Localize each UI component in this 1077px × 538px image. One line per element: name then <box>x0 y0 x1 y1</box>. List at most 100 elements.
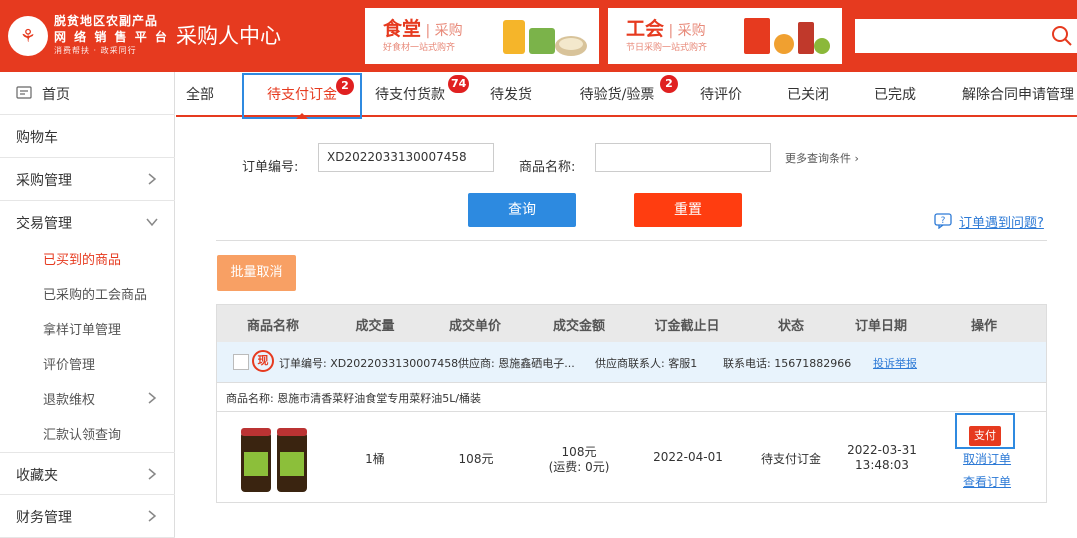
report-link[interactable]: 投诉举报 <box>873 355 917 371</box>
tab-pending-shipment[interactable]: 待发货 <box>488 73 534 117</box>
sidebar-sub-label: 汇款认领查询 <box>43 428 122 443</box>
tab-completed[interactable]: 已完成 <box>872 73 918 117</box>
banner-title: 食堂 <box>383 18 422 40</box>
table-header: 商品名称 成交量 成交单价 成交金额 订金截止日 状态 订单日期 操作 <box>217 305 1046 342</box>
logo-line1: 脱贫地区农副产品 <box>54 14 159 28</box>
order-status: 待支付订金 <box>760 452 821 466</box>
search-button-icon[interactable] <box>1051 25 1073 47</box>
col-header: 操作 <box>971 319 998 334</box>
banner-desc: 好食材一站式购齐 <box>383 43 456 53</box>
col-header: 状态 <box>778 319 805 334</box>
sidebar-sub-remittance[interactable]: 汇款认领查询 <box>0 415 175 450</box>
more-filters-link[interactable]: 更多查询条件 › <box>785 150 859 166</box>
tab-pending-deposit[interactable]: 待支付订金 2 <box>242 73 362 119</box>
sidebar-item-label: 首页 <box>42 87 70 103</box>
logo-emblem-icon: ⚘ <box>8 16 48 56</box>
sidebar-item-label: 交易管理 <box>16 216 72 232</box>
active-caret-icon <box>296 113 308 119</box>
tab-all[interactable]: 全部 <box>185 73 215 117</box>
tab-contract-termination[interactable]: 解除合同申请管理 <box>960 73 1076 117</box>
header-search <box>855 19 1077 53</box>
search-input[interactable] <box>855 19 1035 53</box>
order-date: 2022-03-31 <box>847 443 917 457</box>
order-no-label: 订单编号: <box>242 160 299 175</box>
chevron-right-icon <box>148 173 157 185</box>
query-button[interactable]: 查询 <box>468 193 576 227</box>
cancel-order-link[interactable]: 取消订单 <box>963 450 1011 467</box>
deal-quantity: 1桶 <box>365 452 385 466</box>
sidebar-sub-label: 已采购的工会商品 <box>43 288 148 303</box>
tab-label: 全部 <box>186 87 214 103</box>
tab-label: 待评价 <box>700 87 742 103</box>
sidebar-item-label: 财务管理 <box>16 510 72 526</box>
supplier-name: 供应商: 恩施鑫硒电子... <box>458 357 575 370</box>
sidebar-sub-union-goods[interactable]: 已采购的工会商品 <box>0 275 175 310</box>
order-status-tabs: 全部 待支付订金 2 待支付货款 74 待发货 待验货/验票 2 待评价 已关闭… <box>176 73 1077 119</box>
product-name-label: 商品名称: <box>519 160 576 175</box>
reset-button[interactable]: 重置 <box>634 193 742 227</box>
tab-label: 待支付货款 <box>375 87 445 103</box>
gift-products-image <box>744 18 830 54</box>
sidebar-item-trade-mgmt[interactable]: 交易管理 <box>0 201 175 244</box>
chevron-right-icon <box>148 392 157 404</box>
sidebar-sub-purchased-goods[interactable]: 已买到的商品 <box>0 240 175 275</box>
count-badge: 74 <box>448 75 470 93</box>
banner-desc: 节日采购一站式购齐 <box>626 43 708 53</box>
order-info-row: 现 订单编号: XD2022033130007458 供应商: 恩施鑫硒电子..… <box>217 342 1046 383</box>
sidebar-sub-reviews[interactable]: 评价管理 <box>0 345 175 380</box>
col-header: 成交金额 <box>553 319 606 334</box>
divider <box>216 240 1047 241</box>
contact-phone: 联系电话: 15671882966 <box>723 357 852 370</box>
sidebar-sub-label: 已买到的商品 <box>43 253 122 268</box>
sidebar-item-label: 采购管理 <box>16 173 72 189</box>
product-name-row: 商品名称: 恩施市清香菜籽油食堂专用菜籽油5L/桶装 <box>217 383 1046 412</box>
sidebar-item-cart[interactable]: 购物车 <box>0 115 175 158</box>
logo-line2: 网 络 销 售 平 台 <box>54 30 169 44</box>
banner-title: 工会 <box>626 18 665 40</box>
home-icon <box>16 86 32 99</box>
order-time: 13:48:03 <box>855 458 909 472</box>
sidebar-item-label: 购物车 <box>16 130 58 146</box>
svg-text:?: ? <box>941 216 946 226</box>
tab-closed[interactable]: 已关闭 <box>785 73 831 117</box>
platform-logo[interactable]: ⚘ 脱贫地区农副产品 网 络 销 售 平 台 消费帮扶 · 政采同行 <box>8 14 167 62</box>
help-question-icon: ? <box>934 213 952 229</box>
sidebar-item-favorites[interactable]: 收藏夹 <box>0 452 175 495</box>
chevron-down-icon <box>146 218 158 227</box>
top-header: ⚘ 脱贫地区农副产品 网 络 销 售 平 台 消费帮扶 · 政采同行 采购人中心… <box>0 0 1077 72</box>
canteen-purchase-banner[interactable]: 食堂 | 采购 好食材一站式购齐 <box>365 8 599 64</box>
count-badge: 2 <box>336 77 354 95</box>
batch-cancel-button[interactable]: 批量取消 <box>217 255 296 291</box>
sidebar-item-home[interactable]: 首页 <box>0 72 175 115</box>
view-order-link[interactable]: 查看订单 <box>963 473 1011 490</box>
chevron-right-icon <box>148 468 157 480</box>
col-header: 订单日期 <box>855 319 908 334</box>
sidebar-sub-sample-orders[interactable]: 拿样订单管理 <box>0 310 175 345</box>
tab-label: 待验货/验票 <box>579 87 655 103</box>
product-name-input[interactable] <box>595 143 771 172</box>
logo-slogan: 消费帮扶 · 政采同行 <box>54 46 137 55</box>
order-no-input[interactable]: XD2022033130007458 <box>318 143 494 172</box>
order-number: 订单编号: XD2022033130007458 <box>279 357 459 370</box>
tab-pending-payment[interactable]: 待支付货款 74 <box>372 73 470 117</box>
sidebar-item-purchase-mgmt[interactable]: 采购管理 <box>0 158 175 201</box>
col-header: 商品名称 <box>247 319 300 334</box>
tab-pending-inspection[interactable]: 待验货/验票 2 <box>576 73 678 117</box>
sidebar-sub-refunds[interactable]: 退款维权 <box>0 380 175 415</box>
food-products-image <box>503 20 587 56</box>
sidebar-item-finance[interactable]: 财务管理 <box>0 495 175 538</box>
chevron-right-icon <box>148 510 157 522</box>
union-purchase-banner[interactable]: 工会 | 采购 节日采购一站式购齐 <box>608 8 842 64</box>
product-thumbnail[interactable] <box>237 422 311 496</box>
banner-sub: 采购 <box>434 23 463 39</box>
sidebar-item-label: 收藏夹 <box>16 468 58 484</box>
order-help-link[interactable]: 订单遇到问题? <box>959 212 1044 231</box>
order-checkbox[interactable] <box>233 354 249 370</box>
unit-price: 108元 <box>458 452 494 466</box>
tab-label: 待发货 <box>490 87 532 103</box>
sidebar-sub-label: 退款维权 <box>43 393 96 408</box>
pay-button[interactable]: 支付 <box>969 426 1001 446</box>
banner-sub: 采购 <box>677 23 706 39</box>
tab-pending-review[interactable]: 待评价 <box>698 73 744 117</box>
pay-button-highlight: 支付 <box>955 413 1015 449</box>
